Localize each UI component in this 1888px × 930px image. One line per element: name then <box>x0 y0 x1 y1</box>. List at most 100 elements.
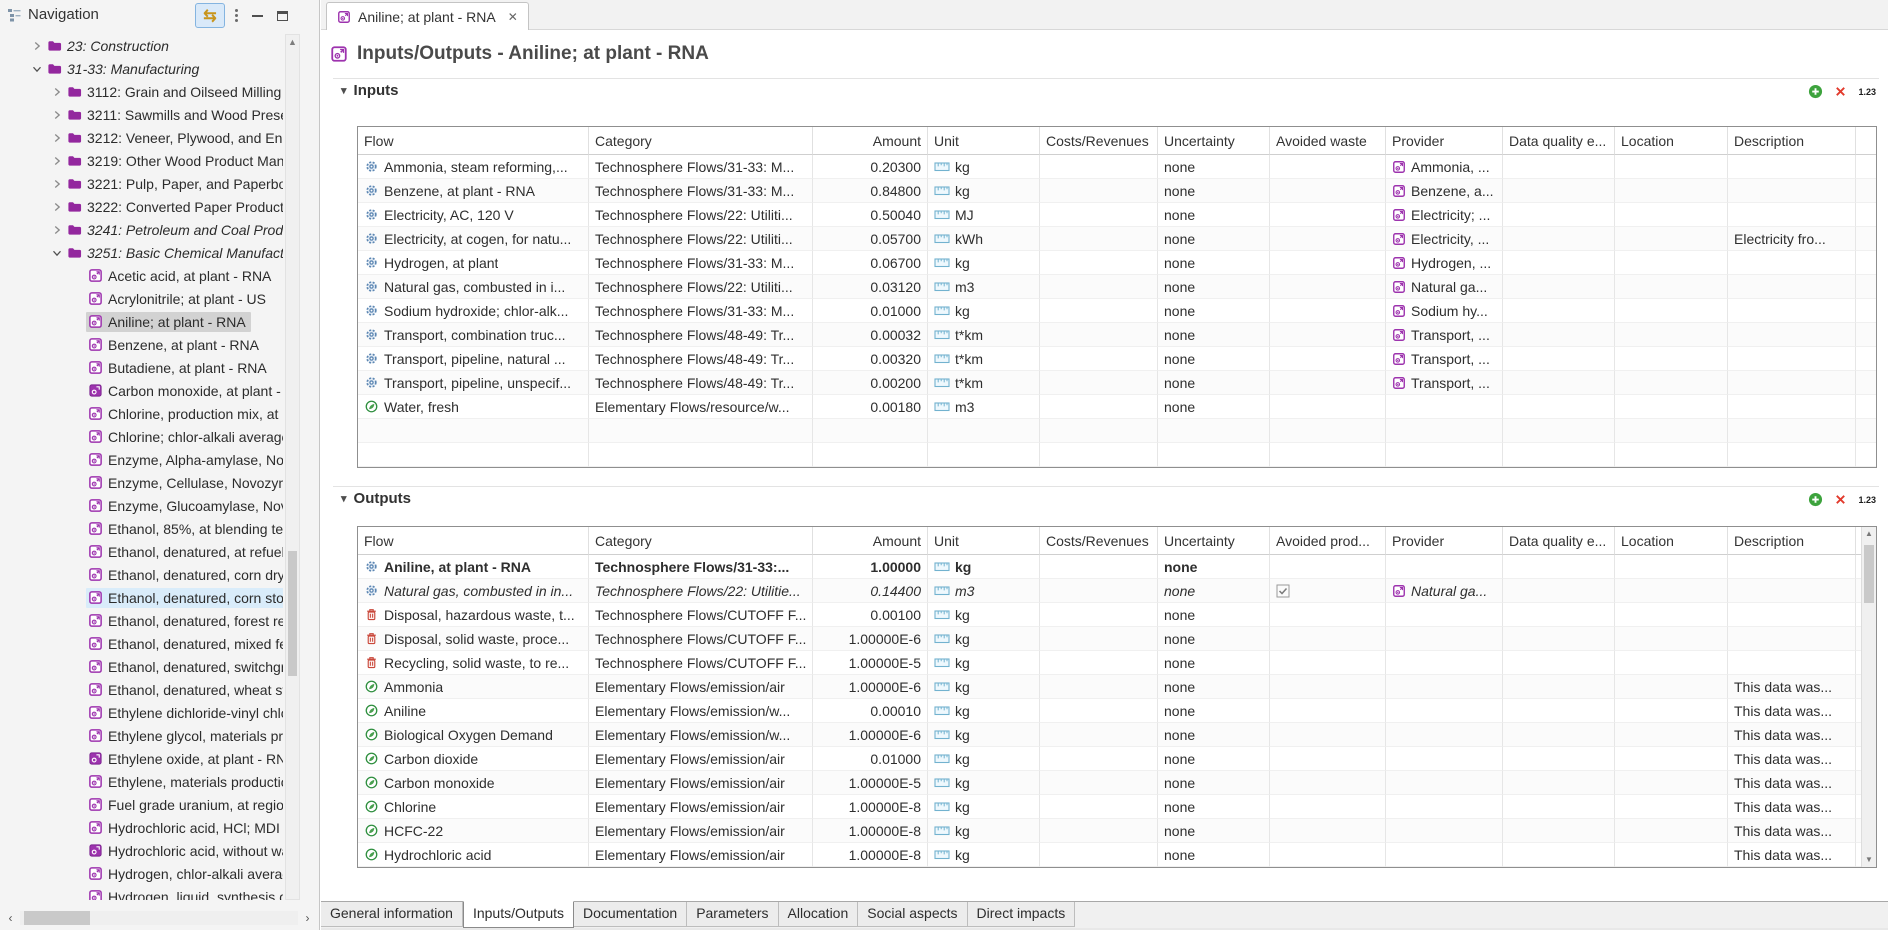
unit-cell[interactable]: kg <box>928 699 1040 723</box>
add-flow-button[interactable] <box>1808 84 1823 99</box>
navigation-view-tab[interactable]: Navigation <box>7 6 99 23</box>
amount-cell[interactable]: 0.01000 <box>813 299 928 323</box>
uncertainty-cell[interactable]: none <box>1158 651 1270 675</box>
unit-cell[interactable]: kg <box>928 179 1040 203</box>
provider-cell[interactable] <box>1386 771 1503 795</box>
tree-item[interactable]: Enzyme, Cellulase, Novozyme <box>0 471 283 494</box>
uncertainty-cell[interactable]: none <box>1158 323 1270 347</box>
provider-cell[interactable]: Natural ga... <box>1386 579 1503 603</box>
provider-cell[interactable] <box>1386 675 1503 699</box>
scroll-up-icon[interactable]: ▲ <box>1862 527 1876 541</box>
avoided-cell[interactable] <box>1270 395 1386 419</box>
data-quality-cell[interactable] <box>1503 603 1615 627</box>
outputs-vertical-scrollbar[interactable]: ▲ ▼ <box>1861 527 1876 867</box>
category-cell[interactable]: Technosphere Flows/CUTOFF F... <box>589 603 813 627</box>
tree-item[interactable]: 3241: Petroleum and Coal Produ <box>0 218 283 241</box>
column-header[interactable]: Costs/Revenues <box>1040 127 1158 155</box>
description-cell[interactable] <box>1728 323 1856 347</box>
collapse-icon[interactable]: ▾ <box>341 492 347 505</box>
tree-item[interactable]: Hydrochloric acid, without wa <box>0 839 283 862</box>
uncertainty-cell[interactable]: none <box>1158 203 1270 227</box>
tree-item[interactable]: Ethanol, denatured, at refueli <box>0 540 283 563</box>
uncertainty-cell[interactable]: none <box>1158 251 1270 275</box>
data-quality-cell[interactable] <box>1503 395 1615 419</box>
location-cell[interactable] <box>1615 579 1728 603</box>
tree-item[interactable]: Ethylene glycol, materials pro <box>0 724 283 747</box>
description-cell[interactable] <box>1728 651 1856 675</box>
flow-cell[interactable]: Ammonia <box>358 675 589 699</box>
scrollbar-thumb[interactable] <box>1864 545 1874 603</box>
bottom-tab-parameters[interactable]: Parameters <box>687 902 778 927</box>
location-cell[interactable] <box>1615 251 1728 275</box>
column-header[interactable]: Uncertainty <box>1158 527 1270 555</box>
location-cell[interactable] <box>1615 275 1728 299</box>
unit-cell[interactable]: t*km <box>928 371 1040 395</box>
column-header[interactable]: Uncertainty <box>1158 127 1270 155</box>
avoided-cell[interactable] <box>1270 347 1386 371</box>
avoided-cell[interactable] <box>1270 651 1386 675</box>
amount-cell[interactable]: 0.01000 <box>813 747 928 771</box>
tree-item[interactable]: Ethylene dichloride-vinyl chlo <box>0 701 283 724</box>
flow-cell[interactable]: Hydrochloric acid <box>358 843 589 867</box>
unit-cell[interactable]: kg <box>928 299 1040 323</box>
close-icon[interactable]: ✕ <box>508 10 518 24</box>
collapse-icon[interactable]: ▾ <box>341 84 347 97</box>
provider-cell[interactable]: Transport, ... <box>1386 371 1503 395</box>
tree-item[interactable]: Fuel grade uranium, at region <box>0 793 283 816</box>
description-cell[interactable] <box>1728 371 1856 395</box>
tree-item[interactable]: Enzyme, Alpha-amylase, Nov <box>0 448 283 471</box>
location-cell[interactable] <box>1615 155 1728 179</box>
expander-expanded-icon[interactable] <box>28 62 45 76</box>
flow-cell[interactable]: Benzene, at plant - RNA <box>358 179 589 203</box>
provider-cell[interactable] <box>1386 555 1503 579</box>
uncertainty-cell[interactable]: none <box>1158 795 1270 819</box>
unit-cell[interactable]: kg <box>928 675 1040 699</box>
location-cell[interactable] <box>1615 555 1728 579</box>
uncertainty-cell[interactable]: none <box>1158 347 1270 371</box>
description-cell[interactable]: This data was... <box>1728 723 1856 747</box>
category-cell[interactable]: Technosphere Flows/48-49: Tr... <box>589 371 813 395</box>
unit-cell[interactable]: kg <box>928 819 1040 843</box>
data-quality-cell[interactable] <box>1503 299 1615 323</box>
unit-cell[interactable]: MJ <box>928 203 1040 227</box>
amount-cell[interactable]: 0.20300 <box>813 155 928 179</box>
flow-cell[interactable]: HCFC-22 <box>358 819 589 843</box>
category-cell[interactable]: Technosphere Flows/CUTOFF F... <box>589 651 813 675</box>
flow-cell[interactable]: Transport, pipeline, unspecif... <box>358 371 589 395</box>
column-header[interactable]: Unit <box>928 527 1040 555</box>
unit-cell[interactable]: kg <box>928 627 1040 651</box>
expander-collapsed-icon[interactable] <box>48 108 65 122</box>
description-cell[interactable] <box>1728 299 1856 323</box>
location-cell[interactable] <box>1615 347 1728 371</box>
expander-collapsed-icon[interactable] <box>48 177 65 191</box>
costs-cell[interactable] <box>1040 843 1158 867</box>
provider-cell[interactable]: Benzene, a... <box>1386 179 1503 203</box>
column-header[interactable]: Description <box>1728 127 1856 155</box>
outputs-section-header[interactable]: ▾ Outputs <box>341 490 411 507</box>
data-quality-cell[interactable] <box>1503 579 1615 603</box>
unit-cell[interactable]: m3 <box>928 579 1040 603</box>
scrollbar-thumb[interactable] <box>24 911 90 925</box>
scrollbar-thumb[interactable] <box>288 551 297 676</box>
amount-cell[interactable]: 0.84800 <box>813 179 928 203</box>
flow-cell[interactable]: Electricity, at cogen, for natu... <box>358 227 589 251</box>
expander-collapsed-icon[interactable] <box>48 200 65 214</box>
tree-item[interactable]: Ethanol, denatured, switchgra <box>0 655 283 678</box>
tree-item[interactable]: Ethylene oxide, at plant - RNA <box>0 747 283 770</box>
tree-item[interactable]: Benzene, at plant - RNA <box>0 333 283 356</box>
location-cell[interactable] <box>1615 627 1728 651</box>
description-cell[interactable]: Electricity fro... <box>1728 227 1856 251</box>
data-quality-cell[interactable] <box>1503 843 1615 867</box>
data-quality-cell[interactable] <box>1503 819 1615 843</box>
column-header[interactable]: Category <box>589 127 813 155</box>
avoided-cell[interactable] <box>1270 627 1386 651</box>
unit-cell[interactable]: kg <box>928 155 1040 179</box>
uncertainty-cell[interactable]: none <box>1158 723 1270 747</box>
tree-item[interactable]: Ethanol, denatured, corn dry r <box>0 563 283 586</box>
costs-cell[interactable] <box>1040 579 1158 603</box>
costs-cell[interactable] <box>1040 627 1158 651</box>
category-cell[interactable]: Elementary Flows/emission/air <box>589 795 813 819</box>
data-quality-cell[interactable] <box>1503 323 1615 347</box>
uncertainty-cell[interactable]: none <box>1158 395 1270 419</box>
flow-cell[interactable]: Water, fresh <box>358 395 589 419</box>
